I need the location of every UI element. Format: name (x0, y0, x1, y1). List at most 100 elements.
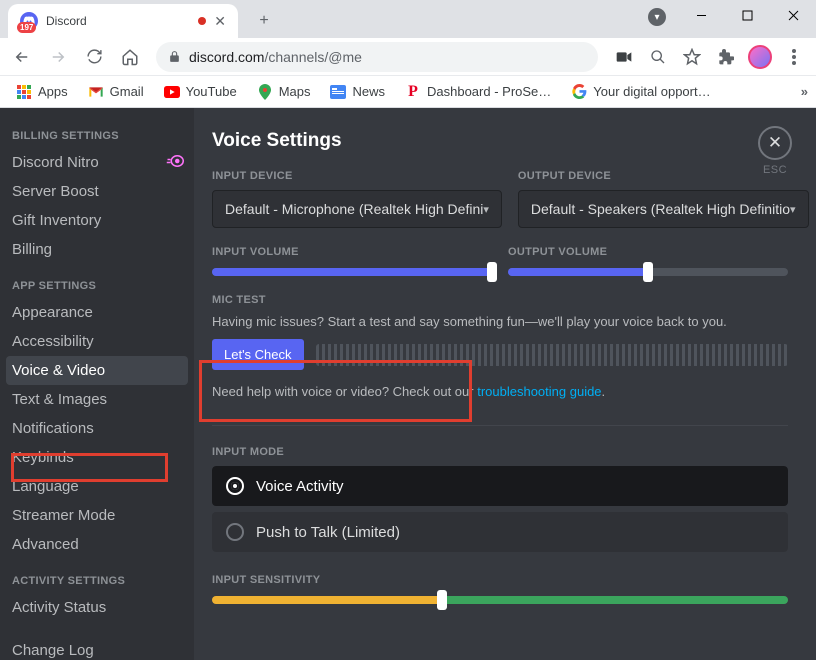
recording-indicator-icon (198, 17, 206, 25)
select-value: Default - Microphone (Realtek High Defin… (225, 201, 483, 217)
sidebar-item-label: Change Log (12, 642, 94, 659)
section-divider (212, 425, 788, 426)
sidebar-item-label: Voice & Video (12, 362, 105, 379)
apps-grid-icon (16, 84, 32, 100)
sidebar-item-boost[interactable]: Server Boost (0, 177, 194, 206)
nitro-badge-icon (166, 155, 182, 171)
bookmark-dashboard[interactable]: P Dashboard - ProSe… (397, 80, 559, 104)
url-text: discord.com/channels/@me (189, 49, 362, 65)
profile-chip-icon[interactable]: ▾ (648, 8, 666, 26)
bookmark-youtube[interactable]: YouTube (156, 80, 245, 104)
window-controls (678, 0, 816, 30)
extensions-button[interactable] (710, 41, 742, 73)
sidebar-item-text-images[interactable]: Text & Images (0, 385, 194, 414)
bookmark-apps[interactable]: Apps (8, 80, 76, 104)
settings-sidebar: BILLING SETTINGS Discord Nitro Server Bo… (0, 108, 194, 660)
bookmark-star-button[interactable] (676, 41, 708, 73)
bookmarks-overflow-button[interactable]: » (801, 84, 808, 99)
sidebar-item-label: Streamer Mode (12, 507, 115, 524)
browser-menu-button[interactable] (778, 41, 810, 73)
sensitivity-slider[interactable] (212, 596, 788, 604)
nav-forward-button[interactable] (42, 41, 74, 73)
sidebar-item-appearance[interactable]: Appearance (0, 298, 194, 327)
sidebar-item-label: Notifications (12, 420, 94, 437)
sidebar-item-streamer[interactable]: Streamer Mode (0, 501, 194, 530)
sidebar-item-advanced[interactable]: Advanced (0, 530, 194, 559)
page-title: Voice Settings (212, 130, 788, 152)
input-device-select[interactable]: Default - Microphone (Realtek High Defin… (212, 190, 502, 228)
sidebar-category-app: APP SETTINGS (0, 264, 194, 298)
sidebar-item-label: Gift Inventory (12, 212, 101, 229)
sidebar-category-activity: ACTIVITY SETTINGS (0, 559, 194, 593)
bookmark-maps[interactable]: Maps (249, 80, 319, 104)
browser-toolbar: discord.com/channels/@me (0, 38, 816, 76)
output-device-select[interactable]: Default - Speakers (Realtek High Definit… (518, 190, 809, 228)
new-tab-button[interactable]: + (250, 7, 278, 35)
sidebar-item-label: Accessibility (12, 333, 94, 350)
bookmarks-bar: Apps Gmail YouTube Maps News P Dashboard… (0, 76, 816, 108)
sidebar-item-nitro[interactable]: Discord Nitro (0, 148, 194, 177)
sidebar-item-language[interactable]: Language (0, 472, 194, 501)
favicon-badge: 197 (17, 22, 36, 33)
bookmark-digital[interactable]: Your digital opport… (563, 80, 718, 104)
mic-test-label: MIC TEST (212, 294, 788, 306)
zoom-icon[interactable] (642, 41, 674, 73)
select-value: Default - Speakers (Realtek High Definit… (531, 201, 790, 217)
radio-icon (226, 477, 244, 495)
troubleshooting-link[interactable]: troubleshooting guide (477, 384, 601, 399)
tab-title: Discord (46, 14, 190, 28)
input-device-label: INPUT DEVICE (212, 170, 502, 182)
input-mode-voice-activity[interactable]: Voice Activity (212, 466, 788, 506)
maps-icon (257, 84, 273, 100)
bookmark-label: Gmail (110, 84, 144, 99)
sidebar-item-changelog[interactable]: Change Log (0, 636, 194, 660)
bookmark-label: Maps (279, 84, 311, 99)
bookmark-label: Your digital opport… (593, 84, 710, 99)
news-icon (330, 84, 346, 100)
lets-check-button[interactable]: Let's Check (212, 339, 304, 370)
sidebar-item-accessibility[interactable]: Accessibility (0, 327, 194, 356)
pinterest-icon: P (405, 84, 421, 100)
sidebar-item-label: Advanced (12, 536, 79, 553)
sidebar-item-keybinds[interactable]: Keybinds (0, 443, 194, 472)
output-volume-slider[interactable] (508, 268, 788, 276)
mic-level-meter (316, 344, 788, 366)
window-maximize-button[interactable] (724, 0, 770, 30)
bookmark-label: YouTube (186, 84, 237, 99)
bookmark-gmail[interactable]: Gmail (80, 80, 152, 104)
camera-indicator-icon[interactable] (608, 41, 640, 73)
input-mode-push-to-talk[interactable]: Push to Talk (Limited) (212, 512, 788, 552)
chevron-down-icon: ▾ (483, 203, 489, 216)
sidebar-item-label: Text & Images (12, 391, 107, 408)
nav-reload-button[interactable] (78, 41, 110, 73)
mic-test-help: Having mic issues? Start a test and say … (212, 314, 788, 329)
sidebar-item-billing[interactable]: Billing (0, 235, 194, 264)
window-minimize-button[interactable] (678, 0, 724, 30)
input-mode-label: INPUT MODE (212, 446, 788, 458)
sidebar-item-label: Activity Status (12, 599, 106, 616)
sidebar-item-label: Keybinds (12, 449, 74, 466)
option-label: Push to Talk (Limited) (256, 524, 400, 541)
window-close-button[interactable] (770, 0, 816, 30)
sidebar-item-voice-video[interactable]: Voice & Video (6, 356, 188, 385)
bookmark-news[interactable]: News (322, 80, 393, 104)
sidebar-item-gifts[interactable]: Gift Inventory (0, 206, 194, 235)
nav-back-button[interactable] (6, 41, 38, 73)
youtube-icon (164, 84, 180, 100)
bookmark-label: News (352, 84, 385, 99)
address-bar[interactable]: discord.com/channels/@me (156, 42, 598, 72)
browser-tab[interactable]: 197 Discord ✕ (8, 4, 238, 38)
sidebar-item-activity-status[interactable]: Activity Status (0, 593, 194, 622)
sidebar-item-label: Billing (12, 241, 52, 258)
nav-home-button[interactable] (114, 41, 146, 73)
troubleshoot-text: Need help with voice or video? Check out… (212, 384, 788, 399)
tab-close-button[interactable]: ✕ (214, 13, 226, 30)
sidebar-item-label: Server Boost (12, 183, 99, 200)
sidebar-item-notifications[interactable]: Notifications (0, 414, 194, 443)
profile-avatar[interactable] (744, 41, 776, 73)
discord-app: BILLING SETTINGS Discord Nitro Server Bo… (0, 108, 816, 660)
sensitivity-label: INPUT SENSITIVITY (212, 574, 788, 586)
close-button[interactable]: ✕ (758, 126, 792, 160)
sidebar-item-label: Discord Nitro (12, 154, 99, 171)
input-volume-slider[interactable] (212, 268, 492, 276)
